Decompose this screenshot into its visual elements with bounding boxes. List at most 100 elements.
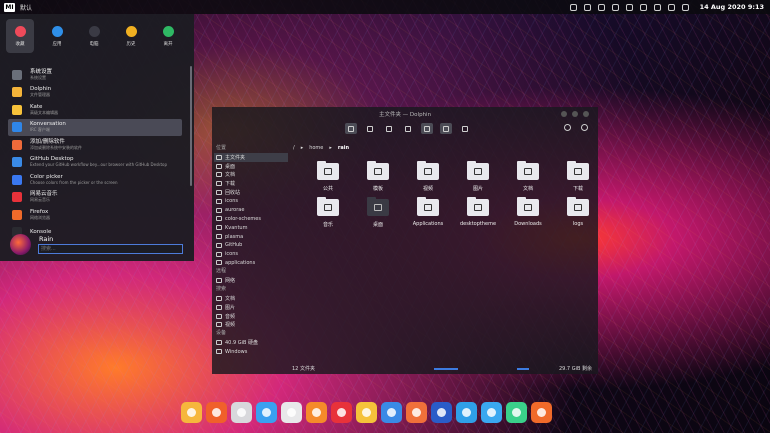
places-item[interactable]: applications	[214, 259, 288, 268]
split-button[interactable]	[440, 123, 452, 134]
wifi-icon[interactable]	[639, 3, 647, 11]
places-item[interactable]: aurorae	[214, 206, 288, 215]
firefox-icon[interactable]	[206, 402, 227, 423]
video-icon[interactable]	[531, 402, 552, 423]
file-item[interactable]: 音乐	[303, 197, 353, 228]
launcher-scrollbar[interactable]	[190, 66, 192, 186]
category-icon	[162, 26, 174, 37]
sort-button[interactable]	[402, 123, 414, 134]
notes-icon[interactable]	[356, 402, 377, 423]
file-item[interactable]: desktoptheme	[453, 197, 503, 228]
launcher-app-item[interactable]: Konversation IRC 客户端	[8, 118, 182, 136]
places-item[interactable]: 网络	[214, 276, 288, 285]
file-item[interactable]: 文档	[503, 161, 553, 192]
folder-emblem-icon	[474, 204, 482, 211]
maximize-button[interactable]	[572, 111, 578, 117]
details-view-button[interactable]	[383, 123, 395, 134]
places-item[interactable]: 主文件夹	[214, 153, 288, 162]
hamburger-menu-icon[interactable]	[581, 124, 588, 131]
edge-icon[interactable]	[456, 402, 477, 423]
places-item[interactable]: GitHub	[214, 241, 288, 250]
cloud-icon[interactable]	[481, 402, 502, 423]
files-icon[interactable]	[181, 402, 202, 423]
file-name: 音乐	[322, 222, 333, 228]
display-icon[interactable]	[653, 3, 661, 11]
places-item[interactable]: 文档	[214, 294, 288, 303]
music-icon[interactable]	[506, 402, 527, 423]
compact-view-button[interactable]	[364, 123, 376, 134]
close-button[interactable]	[583, 111, 589, 117]
launcher-app-item[interactable]: 系统设置 系统设置	[8, 66, 182, 84]
launcher-app-item[interactable]: Dolphin 文件管理器	[8, 84, 182, 102]
bluetooth-icon[interactable]	[625, 3, 633, 11]
launcher-app-item[interactable]: 添加/删除软件 添加或删除系统中安装的软件	[8, 136, 182, 154]
search-input[interactable]	[38, 244, 183, 254]
clock[interactable]: 14 Aug 2020 9:13	[700, 3, 764, 11]
file-item[interactable]: Downloads	[503, 197, 553, 228]
launcher-app-item[interactable]: Konsole	[8, 224, 182, 242]
places-item[interactable]: 桌面	[214, 162, 288, 171]
desktop-label[interactable]: 默认	[20, 3, 32, 12]
file-item[interactable]: 图片	[453, 161, 503, 192]
places-item[interactable]: 图片	[214, 303, 288, 312]
breadcrumb-item[interactable]: /	[293, 145, 295, 151]
launcher-app-item[interactable]: Kate 高级文本编辑器	[8, 101, 182, 119]
places-item[interactable]: 下载	[214, 179, 288, 188]
places-item[interactable]: 视频	[214, 321, 288, 330]
inkscape-icon[interactable]	[281, 402, 302, 423]
file-item[interactable]: Applications	[403, 197, 453, 228]
zoom-slider[interactable]	[434, 368, 458, 370]
place-icon	[216, 278, 222, 284]
avatar[interactable]	[10, 234, 31, 255]
category-tab[interactable]: 电脑	[80, 19, 108, 53]
notification-icon[interactable]	[569, 3, 577, 11]
places-item[interactable]: color-schemes	[214, 215, 288, 224]
places-item[interactable]: 回收站	[214, 188, 288, 197]
mi-logo[interactable]: MI	[4, 2, 15, 12]
battery-icon[interactable]	[611, 3, 619, 11]
list-icon	[386, 125, 392, 132]
launcher-app-item[interactable]: Color picker Choose colors from the picke…	[8, 171, 182, 189]
places-item[interactable]: 音频	[214, 312, 288, 321]
category-tab[interactable]: 应用	[43, 19, 71, 53]
launcher-app-item[interactable]: 网易云音乐 网易云音乐	[8, 189, 182, 207]
clipboard-icon[interactable]	[597, 3, 605, 11]
places-item[interactable]: icons	[214, 250, 288, 259]
bell-icon[interactable]	[583, 3, 591, 11]
places-item[interactable]: Windows	[214, 347, 288, 356]
search-icon[interactable]	[564, 124, 571, 131]
word-icon[interactable]	[431, 402, 452, 423]
breadcrumb-item[interactable]: rain	[338, 145, 349, 151]
launcher-app-item[interactable]: Firefox 网络浏览器	[8, 206, 182, 224]
category-tab[interactable]: 收藏	[6, 19, 34, 53]
chrome-icon[interactable]	[231, 402, 252, 423]
netease-music-icon[interactable]	[331, 402, 352, 423]
category-tab[interactable]: 历史	[117, 19, 145, 53]
menu-app-icon[interactable]	[306, 402, 327, 423]
places-item[interactable]: 40.9 GiB 硬盘	[214, 338, 288, 347]
network-icon[interactable]	[681, 3, 689, 11]
file-item[interactable]: 公共	[303, 161, 353, 192]
space-bar	[517, 368, 529, 370]
places-item[interactable]: plasma	[214, 232, 288, 241]
volume-icon[interactable]	[667, 3, 675, 11]
file-item[interactable]: logs	[553, 197, 603, 228]
store-icon[interactable]	[406, 402, 427, 423]
file-item[interactable]: 下载	[553, 161, 603, 192]
github-icon[interactable]	[381, 402, 402, 423]
places-item[interactable]: 文档	[214, 171, 288, 180]
places-item[interactable]: icons	[214, 197, 288, 206]
file-item[interactable]: 视频	[403, 161, 453, 192]
file-item[interactable]: 桌面	[353, 197, 403, 228]
places-item[interactable]: Kvantum	[214, 223, 288, 232]
panels-button[interactable]	[459, 123, 471, 134]
preview-button[interactable]	[421, 123, 433, 134]
category-tab[interactable]: 离开	[154, 19, 182, 53]
launcher-app-item[interactable]: GitHub Desktop Extend your GitHub workflo…	[8, 154, 182, 172]
breadcrumb-item[interactable]: home	[309, 145, 323, 151]
file-item[interactable]: 模板	[353, 161, 403, 192]
minimize-button[interactable]	[561, 111, 567, 117]
icons-view-button[interactable]	[345, 123, 357, 134]
qq-icon[interactable]	[256, 402, 277, 423]
app-text: 网易云音乐 网易云音乐	[30, 191, 58, 203]
